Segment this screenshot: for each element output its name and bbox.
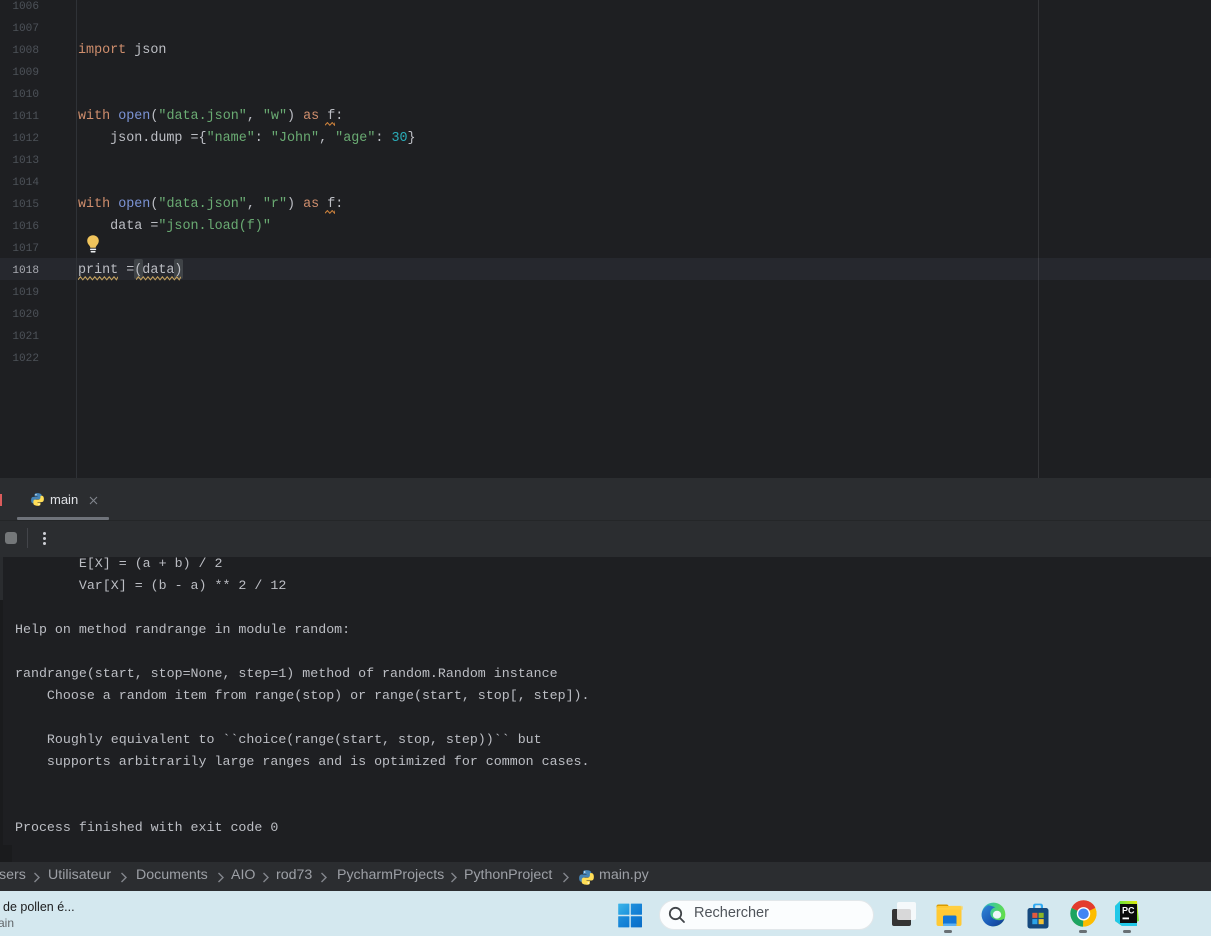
svg-text:PC: PC: [1122, 906, 1135, 916]
